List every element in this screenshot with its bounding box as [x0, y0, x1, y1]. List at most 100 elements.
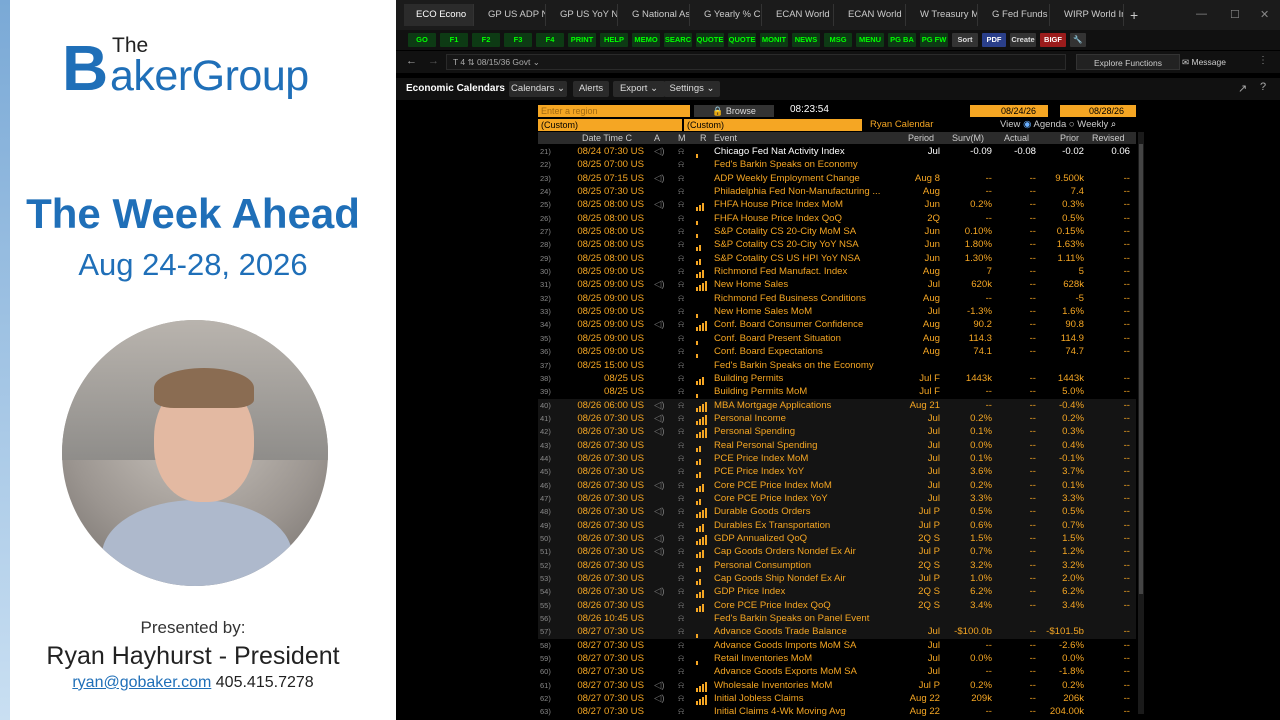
bell-icon[interactable]: ⍾	[678, 305, 684, 318]
bell-icon[interactable]: ⍾	[678, 412, 684, 425]
bell-icon[interactable]: ⍾	[678, 385, 684, 398]
back-icon[interactable]: ←	[406, 55, 417, 67]
table-row[interactable]: 44) 08/26 07:30 US PCE Price Index MoM Jul 0…	[538, 451, 1136, 466]
tab-4[interactable]: G Yearly % Cha	[692, 4, 762, 26]
fkey-go[interactable]: GO	[408, 33, 436, 47]
fkey-searc[interactable]: SEARC	[664, 33, 692, 47]
bell-icon[interactable]: ⍾	[678, 599, 684, 612]
bell-icon[interactable]: ⍾	[678, 452, 684, 465]
explore-functions-button[interactable]: Explore Functions	[1076, 54, 1180, 70]
tab-9[interactable]: WIRP World Int	[1052, 4, 1124, 26]
fkey-msg[interactable]: MSG	[824, 33, 852, 47]
table-row[interactable]: 30) 08/25 09:00 US Richmond Fed Manufact. …	[538, 265, 1136, 279]
col-revised[interactable]: Revised	[1092, 132, 1125, 144]
date-from-field[interactable]: 08/24/26	[970, 105, 1048, 117]
tab-2[interactable]: GP US YoY NS/	[548, 4, 618, 26]
speaker-icon[interactable]: ◁)	[654, 318, 665, 331]
email-link[interactable]: ryan@gobaker.com	[72, 674, 211, 691]
calendars-menu[interactable]: Calendars ⌄	[509, 81, 567, 97]
bell-icon[interactable]: ⍾	[678, 705, 684, 718]
bell-icon[interactable]: ⍾	[678, 278, 684, 291]
col-relevance[interactable]: R	[700, 132, 707, 144]
bell-icon[interactable]: ⍾	[678, 532, 684, 545]
speaker-icon[interactable]: ◁)	[654, 532, 665, 545]
fkey-f3[interactable]: F3	[504, 33, 532, 47]
speaker-icon[interactable]: ◁)	[654, 679, 665, 692]
forward-icon[interactable]: →	[428, 55, 439, 67]
bell-icon[interactable]: ⍾	[678, 572, 684, 585]
col-actual[interactable]: Actual	[1004, 132, 1029, 144]
export-menu[interactable]: Export ⌄	[613, 81, 665, 97]
tab-8[interactable]: G Fed Funds Ta	[980, 4, 1050, 26]
tab-5[interactable]: ECAN World Ma	[764, 4, 834, 26]
table-row[interactable]: 42) 08/26 07:30 US Personal Spending Jul 0.1…	[538, 425, 1136, 439]
scrollbar[interactable]	[1138, 132, 1144, 714]
settings-menu[interactable]: Settings ⌄	[664, 81, 720, 97]
bell-icon[interactable]: ⍾	[678, 399, 684, 412]
tab-6[interactable]: ECAN World Ma	[836, 4, 906, 26]
col-event[interactable]: Event	[714, 132, 737, 144]
table-row[interactable]: 23) 08/25 07:15 US ADP Weekly Employment C…	[538, 172, 1136, 185]
speaker-icon[interactable]: ◁)	[654, 198, 665, 211]
bell-icon[interactable]: ⍾	[678, 292, 684, 305]
bell-icon[interactable]: ⍾	[678, 679, 684, 692]
fkey-f2[interactable]: F2	[472, 33, 500, 47]
bell-icon[interactable]: ⍾	[678, 185, 684, 198]
bell-icon[interactable]: ⍾	[678, 612, 684, 625]
table-row[interactable]: 51) 08/26 07:30 US Cap Goods Orders Nondef…	[538, 545, 1136, 559]
bell-icon[interactable]: ⍾	[678, 225, 684, 238]
popout-icon[interactable]: ↗	[1238, 82, 1247, 95]
speaker-icon[interactable]: ◁)	[654, 172, 665, 185]
fkey-sort[interactable]: Sort	[952, 33, 978, 47]
table-row[interactable]: 49) 08/26 07:30 US Durables Ex Transportat…	[538, 518, 1136, 532]
fkey-quote[interactable]: QUOTE	[728, 33, 756, 47]
region-input[interactable]: Enter a region	[538, 105, 690, 117]
close-window-icon[interactable]: ✕	[1260, 8, 1269, 21]
table-row[interactable]: 39) 08/25 US Building Permits MoM Jul F -- --…	[538, 385, 1136, 399]
table-row[interactable]: 27) 08/25 08:00 US S&P Cotality CS 20-City…	[538, 225, 1136, 239]
speaker-icon[interactable]: ◁)	[654, 425, 665, 438]
fkey-help[interactable]: HELP	[600, 33, 628, 47]
fkey-f1[interactable]: F1	[440, 33, 468, 47]
table-row[interactable]: 61) 08/27 07:30 US Wholesale Inventories M…	[538, 679, 1136, 692]
bell-icon[interactable]: ⍾	[678, 198, 684, 211]
bell-icon[interactable]: ⍾	[678, 439, 684, 452]
table-row[interactable]: 41) 08/26 07:30 US Personal Income Jul 0.2% -…	[538, 411, 1136, 426]
command-input[interactable]: T 4 ⇅ 08/15/36 Govt ⌄	[446, 54, 1066, 70]
table-row[interactable]: 62) 08/27 07:30 US Initial Jobless Claims A…	[538, 692, 1136, 706]
fkey-quote[interactable]: QUOTE	[696, 33, 724, 47]
table-row[interactable]: 55) 08/26 07:30 US Core PCE Price Index Qo…	[538, 598, 1136, 613]
table-row[interactable]: 43) 08/26 07:30 US Real Personal Spending J…	[538, 438, 1136, 452]
table-row[interactable]: 36) 08/25 09:00 US Conf. Board Expectation…	[538, 345, 1136, 359]
fkey-print[interactable]: PRINT	[568, 33, 596, 47]
custom-select-2[interactable]: (Custom)	[684, 119, 862, 131]
fkey-news[interactable]: NEWS	[792, 33, 820, 47]
tab-0[interactable]: ECO Econo	[404, 4, 474, 26]
table-row[interactable]: 38) 08/25 US Building Permits Jul F 1443k -- 1…	[538, 372, 1136, 385]
fkey-pg-fw[interactable]: PG FW	[920, 33, 948, 47]
table-row[interactable]: 53) 08/26 07:30 US Cap Goods Ship Nondef E…	[538, 572, 1136, 586]
speaker-icon[interactable]: ◁)	[654, 278, 665, 291]
bell-icon[interactable]: ⍾	[678, 665, 684, 678]
bell-icon[interactable]: ⍾	[678, 425, 684, 438]
bell-icon[interactable]: ⍾	[678, 345, 684, 358]
maximize-icon[interactable]: ☐	[1230, 8, 1240, 21]
bell-icon[interactable]: ⍾	[678, 359, 684, 372]
table-row[interactable]: 48) 08/26 07:30 US Durable Goods Orders Jul…	[538, 505, 1136, 519]
speaker-icon[interactable]: ◁)	[654, 145, 665, 158]
bell-icon[interactable]: ⍾	[678, 252, 684, 265]
bell-icon[interactable]: ⍾	[678, 145, 684, 158]
col-datetime[interactable]: Date Time C	[582, 132, 632, 144]
fkey-create[interactable]: Create	[1010, 33, 1036, 47]
new-tab-icon[interactable]: +	[1130, 7, 1138, 23]
table-row[interactable]: 29) 08/25 08:00 US S&P Cotality CS US HPI …	[538, 252, 1136, 265]
bell-icon[interactable]: ⍾	[678, 212, 684, 225]
bell-icon[interactable]: ⍾	[678, 505, 684, 518]
table-row[interactable]: 58) 08/27 07:30 US Advance Goods Imports M…	[538, 639, 1136, 652]
fkey-bigf[interactable]: BIGF	[1040, 33, 1066, 47]
help-icon[interactable]: ?	[1260, 81, 1266, 93]
tab-1[interactable]: GP US ADP NE	[476, 4, 546, 26]
col-alert[interactable]: A	[654, 132, 660, 144]
fkey-monit[interactable]: MONIT	[760, 33, 788, 47]
speaker-icon[interactable]: ◁)	[654, 692, 665, 705]
